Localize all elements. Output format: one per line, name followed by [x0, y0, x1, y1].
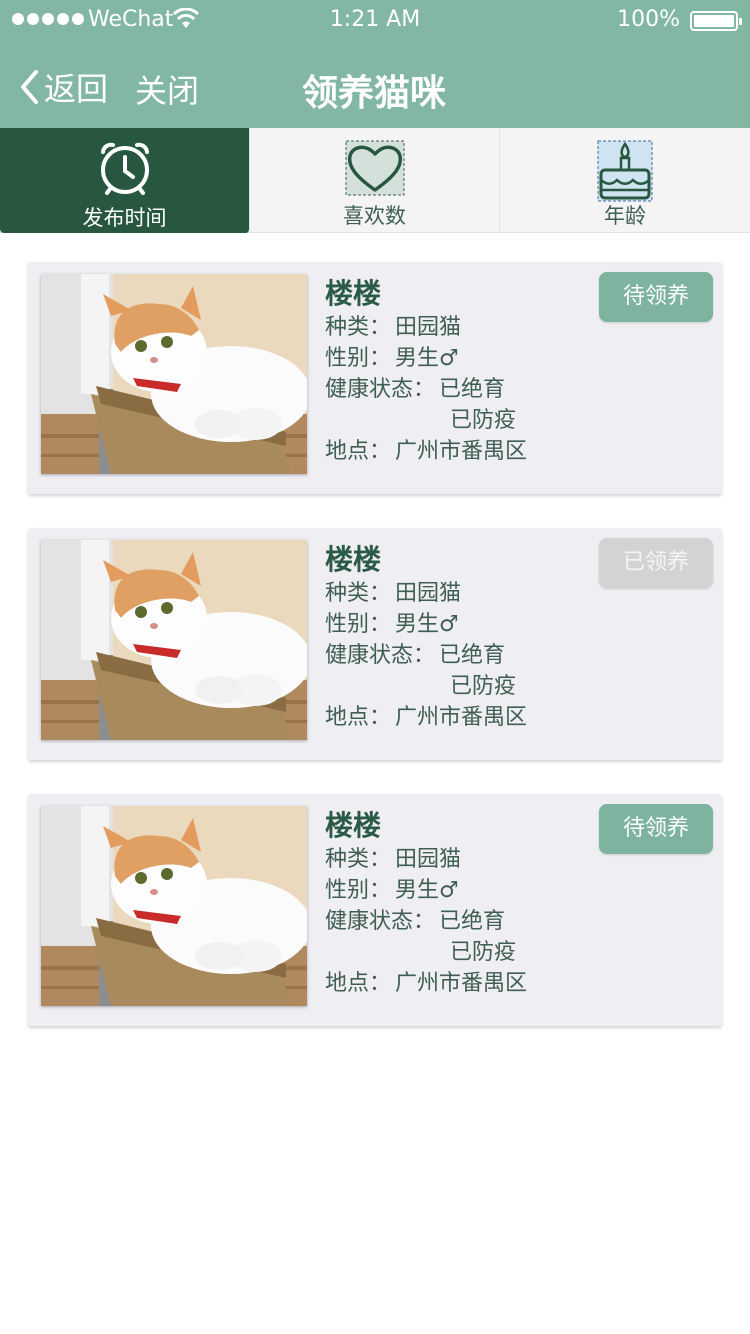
health-value-1: 已绝育: [439, 909, 506, 934]
cat-photo: [41, 540, 307, 740]
battery-icon: [690, 11, 742, 31]
chevron-left-icon: [21, 70, 38, 104]
breed-value: 田园猫: [395, 581, 462, 606]
location-row: 地点： 广州市番禺区: [325, 702, 605, 733]
page-title: 领养猫咪: [302, 73, 447, 114]
gender-key: 性别：: [325, 346, 392, 371]
health-key: 健康状态：: [325, 909, 436, 934]
battery-percent: 100%: [617, 7, 680, 32]
health-row-2: 已防疫: [325, 671, 605, 702]
adopt-status-button[interactable]: 待领养: [599, 272, 713, 322]
gender-row: 性别： 男生♂: [325, 609, 605, 640]
cat-card[interactable]: 楼楼 种类： 田园猫 性别： 男生♂ 健康状态： 已绝育 已防疫 地点： 广州市番禺区 …: [28, 262, 722, 494]
health-row-2: 已防疫: [325, 405, 605, 436]
health-value-2: 已防疫: [450, 408, 517, 433]
gender-value: 男生♂: [395, 878, 459, 903]
gender-row: 性别： 男生♂: [325, 875, 605, 906]
tab-likes[interactable]: 喜欢数: [250, 128, 500, 233]
location-key: 地点：: [325, 705, 392, 730]
gender-key: 性别：: [325, 612, 392, 637]
cat-card[interactable]: 楼楼 种类： 田园猫 性别： 男生♂ 健康状态： 已绝育 已防疫 地点： 广州市番禺区 …: [28, 528, 722, 760]
tab-label: 发布时间: [82, 206, 167, 230]
cat-info: 楼楼 种类： 田园猫 性别： 男生♂ 健康状态： 已绝育 已防疫 地点： 广州市番禺区: [325, 542, 605, 733]
cat-list: 楼楼 种类： 田园猫 性别： 男生♂ 健康状态： 已绝育 已防疫 地点： 广州市番禺区 …: [28, 262, 722, 1060]
health-value-2: 已防疫: [450, 940, 517, 965]
close-button[interactable]: 关闭: [135, 66, 199, 112]
gender-value: 男生♂: [395, 346, 459, 371]
cat-card[interactable]: 楼楼 种类： 田园猫 性别： 男生♂ 健康状态： 已绝育 已防疫 地点： 广州市番禺区 …: [28, 794, 722, 1026]
health-value-1: 已绝育: [439, 643, 506, 668]
back-label: 返回: [44, 70, 109, 108]
tab-label: 喜欢数: [343, 204, 406, 228]
cat-photo: [41, 806, 307, 1006]
location-row: 地点： 广州市番禺区: [325, 968, 605, 999]
cat-name: 楼楼: [325, 809, 382, 842]
breed-key: 种类：: [325, 315, 392, 340]
health-key: 健康状态：: [325, 643, 436, 668]
adopt-status-button[interactable]: 已领养: [599, 538, 713, 588]
gender-value: 男生♂: [395, 612, 459, 637]
health-row: 健康状态： 已绝育: [325, 906, 605, 937]
health-row: 健康状态： 已绝育: [325, 640, 605, 671]
health-key: 健康状态：: [325, 377, 436, 402]
navigation-bar: 返回 关闭 领养猫咪: [0, 40, 750, 128]
breed-row: 种类： 田园猫: [325, 844, 605, 875]
alarm-clock-icon: [100, 142, 149, 195]
cat-name: 楼楼: [325, 277, 382, 310]
tab-age[interactable]: 年龄: [500, 128, 750, 233]
cat-name: 楼楼: [325, 543, 382, 576]
breed-key: 种类：: [325, 847, 392, 872]
cat-info: 楼楼 种类： 田园猫 性别： 男生♂ 健康状态： 已绝育 已防疫 地点： 广州市番禺区: [325, 276, 605, 467]
tab-label: 年龄: [604, 204, 646, 228]
sort-tabs: 发布时间 喜欢数 年龄: [0, 128, 750, 233]
location-key: 地点：: [325, 971, 392, 996]
gender-key: 性别：: [325, 878, 392, 903]
health-row: 健康状态： 已绝育: [325, 374, 605, 405]
health-row-2: 已防疫: [325, 937, 605, 968]
breed-key: 种类：: [325, 581, 392, 606]
health-value-1: 已绝育: [439, 377, 506, 402]
adopt-status-button[interactable]: 待领养: [599, 804, 713, 854]
status-bar: WeChat 1:21 AM 100%: [0, 0, 750, 40]
tab-publish-time[interactable]: 发布时间: [0, 128, 250, 233]
location-value: 广州市番禺区: [395, 705, 528, 730]
cat-photo: [41, 274, 307, 474]
gender-row: 性别： 男生♂: [325, 343, 605, 374]
heart-icon: [345, 140, 404, 196]
location-value: 广州市番禺区: [395, 439, 528, 464]
birthday-cake-icon: [597, 140, 653, 202]
breed-row: 种类： 田园猫: [325, 578, 605, 609]
location-row: 地点： 广州市番禺区: [325, 436, 605, 467]
back-button[interactable]: 返回: [18, 64, 108, 110]
top-bar: WeChat 1:21 AM 100% 返回 关闭 领养猫咪: [0, 0, 750, 128]
breed-value: 田园猫: [395, 847, 462, 872]
cat-info: 楼楼 种类： 田园猫 性别： 男生♂ 健康状态： 已绝育 已防疫 地点： 广州市番禺区: [325, 808, 605, 999]
breed-value: 田园猫: [395, 315, 462, 340]
location-key: 地点：: [325, 439, 392, 464]
health-value-2: 已防疫: [450, 674, 517, 699]
breed-row: 种类： 田园猫: [325, 312, 605, 343]
location-value: 广州市番禺区: [395, 971, 528, 996]
